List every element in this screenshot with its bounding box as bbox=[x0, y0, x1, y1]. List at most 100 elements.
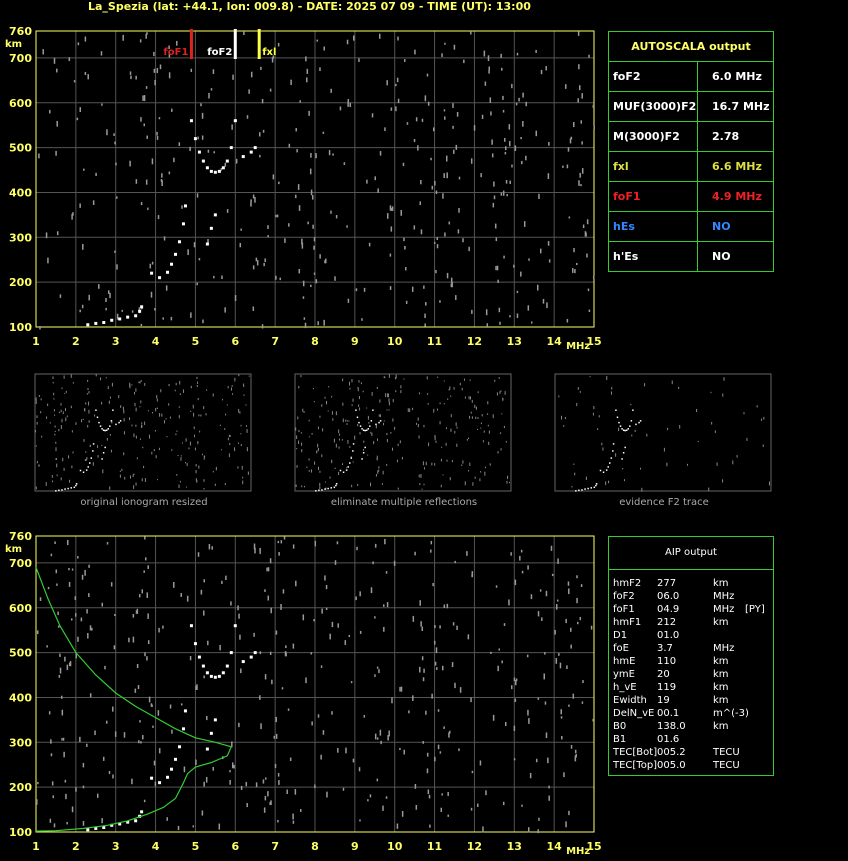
noise-speck bbox=[131, 778, 133, 785]
thumbnail-speck bbox=[65, 408, 67, 412]
noise-speck bbox=[442, 193, 444, 199]
thumbnail-speck bbox=[455, 422, 457, 426]
aip-cell: MHz bbox=[713, 604, 735, 615]
noise-speck bbox=[221, 275, 223, 280]
noise-speck bbox=[203, 610, 205, 616]
noise-speck bbox=[389, 286, 392, 290]
thumbnail-speck bbox=[756, 405, 758, 408]
thumbnail-speck bbox=[141, 478, 143, 482]
thumbnail-speck bbox=[203, 406, 205, 410]
noise-speck bbox=[413, 225, 416, 230]
noise-speck bbox=[397, 36, 399, 41]
noise-speck bbox=[64, 656, 66, 662]
noise-speck bbox=[89, 625, 92, 631]
noise-speck bbox=[310, 152, 312, 158]
noise-speck bbox=[52, 795, 55, 799]
thumbnail-speck bbox=[243, 394, 245, 396]
noise-speck bbox=[424, 323, 426, 327]
thumbnail-speck bbox=[403, 378, 405, 380]
thumbnail-trace-point bbox=[378, 421, 380, 424]
noise-speck bbox=[46, 645, 48, 648]
noise-speck bbox=[305, 677, 307, 684]
noise-speck bbox=[428, 794, 431, 799]
thumbnail-trace-point bbox=[610, 457, 613, 459]
noise-speck bbox=[541, 617, 543, 621]
trace-point bbox=[253, 651, 257, 655]
noise-speck bbox=[537, 611, 540, 617]
thumbnail-speck bbox=[382, 470, 384, 475]
noise-speck bbox=[208, 544, 211, 550]
x-tick-label: 12 bbox=[467, 840, 482, 853]
noise-speck bbox=[79, 107, 81, 113]
thumbnail-speck bbox=[611, 386, 613, 390]
x-tick-label: 6 bbox=[231, 840, 239, 853]
noise-speck bbox=[66, 664, 69, 671]
noise-speck bbox=[484, 81, 487, 86]
trace-point bbox=[102, 321, 106, 325]
thumbnail-speck bbox=[435, 440, 437, 443]
thumbnail-speck bbox=[139, 438, 141, 440]
thumbnail-speck bbox=[141, 424, 143, 428]
noise-speck bbox=[129, 160, 131, 167]
noise-speck bbox=[154, 781, 157, 787]
thumbnail-speck bbox=[105, 377, 107, 379]
thumbnail-speck bbox=[75, 422, 77, 425]
thumbnail-speck bbox=[468, 437, 470, 440]
noise-speck bbox=[485, 309, 488, 316]
thumbnail-speck bbox=[88, 391, 90, 394]
thumbnail-speck bbox=[88, 409, 90, 414]
noise-speck bbox=[105, 720, 108, 724]
thumbnail-speck bbox=[175, 433, 177, 436]
noise-speck bbox=[444, 116, 446, 120]
noise-speck bbox=[205, 776, 208, 783]
noise-speck bbox=[495, 237, 498, 242]
noise-speck bbox=[386, 213, 389, 219]
x-tick-label: 9 bbox=[351, 840, 359, 853]
noise-speck bbox=[490, 111, 492, 116]
thumbnail-speck bbox=[166, 436, 168, 438]
thumbnail-speck bbox=[108, 400, 110, 404]
noise-speck bbox=[114, 141, 116, 145]
noise-speck bbox=[511, 164, 513, 168]
thumbnail-speck bbox=[140, 379, 142, 382]
thumbnail-speck bbox=[308, 419, 310, 422]
thumbnail-speck bbox=[439, 421, 441, 425]
noise-speck bbox=[538, 193, 540, 199]
trace-point bbox=[140, 810, 144, 814]
thumbnail-speck bbox=[54, 430, 56, 432]
noise-speck bbox=[515, 680, 517, 686]
noise-speck bbox=[259, 695, 261, 700]
noise-speck bbox=[65, 793, 67, 800]
noise-speck bbox=[535, 758, 538, 763]
thumbnail-trace-point bbox=[362, 452, 365, 454]
thumbnail-speck bbox=[308, 469, 310, 472]
thumbnail-trace-point bbox=[361, 428, 363, 430]
thumbnail-trace-point bbox=[324, 488, 326, 490]
thumbnail-speck bbox=[164, 420, 166, 424]
noise-speck bbox=[122, 34, 124, 41]
noise-speck bbox=[282, 589, 285, 594]
thumbnail-speck bbox=[234, 447, 236, 452]
noise-speck bbox=[61, 738, 63, 741]
thumbnail-speck bbox=[388, 409, 390, 411]
noise-speck bbox=[376, 666, 379, 669]
noise-speck bbox=[250, 199, 252, 203]
noise-speck bbox=[435, 269, 437, 274]
noise-speck bbox=[246, 115, 249, 119]
x-tick-label: 3 bbox=[112, 335, 120, 348]
noise-speck bbox=[201, 112, 204, 119]
thumbnail-speck bbox=[441, 446, 443, 448]
noise-speck bbox=[310, 652, 313, 655]
trace-point bbox=[229, 651, 233, 655]
noise-speck bbox=[289, 757, 292, 762]
autoscala-row: fxl 6.6 MHz bbox=[609, 152, 773, 182]
noise-speck bbox=[145, 86, 148, 89]
thumbnail-speck bbox=[123, 452, 125, 456]
thumbnail-trace-point bbox=[595, 484, 597, 487]
noise-speck bbox=[313, 237, 316, 242]
thumbnail-speck bbox=[386, 433, 388, 436]
noise-speck bbox=[486, 323, 489, 328]
noise-speck bbox=[264, 674, 267, 680]
noise-speck bbox=[50, 553, 53, 557]
noise-speck bbox=[358, 767, 361, 772]
